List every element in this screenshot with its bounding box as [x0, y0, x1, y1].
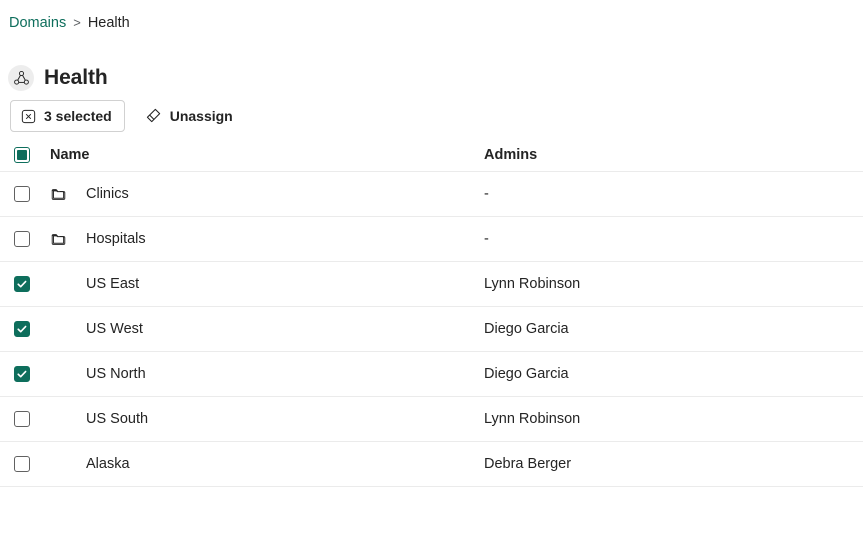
row-checkbox[interactable]: [14, 411, 50, 427]
cell-name: Hospitals: [50, 231, 484, 248]
selection-count-button[interactable]: 3 selected: [10, 100, 125, 132]
row-name-label: US East: [86, 276, 139, 292]
table-row[interactable]: Hospitals -: [0, 217, 863, 262]
row-checkbox[interactable]: [14, 231, 50, 247]
cell-admins: -: [484, 231, 849, 247]
cell-admins: Lynn Robinson: [484, 411, 849, 427]
page-title: Health: [44, 65, 108, 91]
row-name-label: Clinics: [86, 186, 129, 202]
row-admins-label: -: [484, 231, 489, 247]
row-admins-label: Diego Garcia: [484, 366, 569, 382]
breadcrumb-link-domains[interactable]: Domains: [9, 13, 66, 33]
table-row[interactable]: US North Diego Garcia: [0, 352, 863, 397]
cell-admins: Diego Garcia: [484, 366, 849, 382]
row-name-label: US North: [86, 366, 146, 382]
table-row[interactable]: Alaska Debra Berger: [0, 442, 863, 487]
row-checkbox[interactable]: [14, 186, 50, 202]
cell-name: US West: [50, 321, 484, 337]
row-admins-label: Diego Garcia: [484, 321, 569, 337]
domain-detail-page: Domains > Health Health 3: [0, 0, 863, 541]
row-name-label: US West: [86, 321, 143, 337]
breadcrumb-separator-icon: >: [73, 13, 81, 33]
unassign-button[interactable]: Unassign: [135, 100, 242, 132]
folder-icon: [50, 231, 86, 248]
breadcrumb-current-health: Health: [88, 13, 130, 33]
row-admins-label: Debra Berger: [484, 456, 571, 472]
cell-name: US East: [50, 276, 484, 292]
row-name-label: Alaska: [86, 456, 130, 472]
table-row[interactable]: US South Lynn Robinson: [0, 397, 863, 442]
row-name-label: Hospitals: [86, 231, 146, 247]
page-header: Health: [8, 51, 108, 105]
checkbox-checked-icon: [14, 276, 30, 292]
row-admins-label: Lynn Robinson: [484, 411, 580, 427]
checkbox-checked-icon: [14, 321, 30, 337]
checkbox-unchecked-icon: [14, 456, 30, 472]
cell-name: US North: [50, 366, 484, 382]
row-admins-label: Lynn Robinson: [484, 276, 580, 292]
table-row[interactable]: US West Diego Garcia: [0, 307, 863, 352]
unassign-label: Unassign: [170, 108, 233, 124]
checkbox-unchecked-icon: [14, 411, 30, 427]
table-row[interactable]: US East Lynn Robinson: [0, 262, 863, 307]
domains-table: Name Admins Clinics - Hospitals - US East Lyn…: [0, 139, 863, 487]
column-header-name[interactable]: Name: [50, 147, 484, 163]
table-header-row: Name Admins: [0, 139, 863, 172]
checkbox-unchecked-icon: [14, 186, 30, 202]
row-name-label: US South: [86, 411, 148, 427]
row-checkbox[interactable]: [14, 321, 50, 337]
select-all-checkbox[interactable]: [14, 147, 50, 163]
column-header-admins[interactable]: Admins: [484, 147, 849, 163]
domain-share-icon: [8, 65, 34, 91]
cell-name: Clinics: [50, 186, 484, 203]
row-admins-label: -: [484, 186, 489, 202]
selection-count-label: 3 selected: [44, 108, 112, 124]
breadcrumb: Domains > Health: [9, 13, 130, 33]
row-checkbox[interactable]: [14, 276, 50, 292]
row-checkbox[interactable]: [14, 366, 50, 382]
folder-icon: [50, 186, 86, 203]
checkbox-checked-icon: [14, 366, 30, 382]
cell-admins: Diego Garcia: [484, 321, 849, 337]
dismiss-square-icon: [21, 109, 36, 124]
table-row[interactable]: Clinics -: [0, 172, 863, 217]
cell-admins: -: [484, 186, 849, 202]
selection-toolbar: 3 selected Unassign: [10, 100, 242, 132]
cell-name: US South: [50, 411, 484, 427]
checkbox-unchecked-icon: [14, 231, 30, 247]
cell-admins: Debra Berger: [484, 456, 849, 472]
row-checkbox[interactable]: [14, 456, 50, 472]
cell-admins: Lynn Robinson: [484, 276, 849, 292]
eraser-icon: [144, 107, 162, 125]
cell-name: Alaska: [50, 456, 484, 472]
checkbox-indeterminate-icon: [14, 147, 30, 163]
